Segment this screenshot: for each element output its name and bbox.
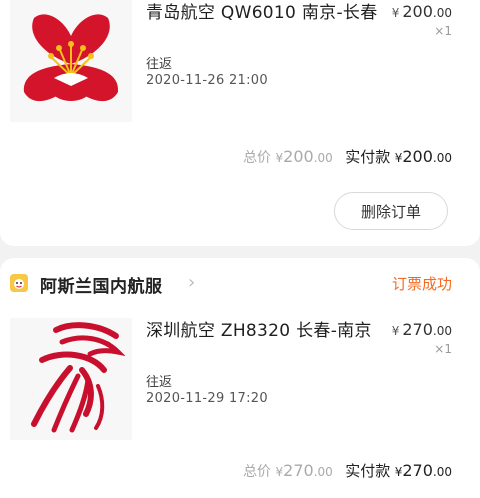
order-totals: 总价 ¥270.00 实付款 ¥270.00	[243, 460, 452, 481]
total-price: 总价 ¥200.00	[243, 147, 333, 166]
paid-amount: 实付款 ¥270.00	[345, 461, 452, 480]
order-card: 阿斯兰国内航服 › 订票成功 深圳航空 ZH8320 长春-南京 ¥270.00…	[0, 258, 480, 498]
departure-datetime: 2020-11-26 21:00	[146, 73, 268, 88]
trip-type: 往返	[146, 375, 173, 390]
trip-type: 往返	[146, 57, 173, 72]
order-card: 青岛航空 QW6010 南京-长春 ¥200.00 ×1 往返 2020-11-…	[0, 0, 480, 246]
unit-price: ¥270.00	[391, 320, 452, 339]
qingdao-airlines-logo-icon	[23, 14, 119, 102]
quantity: ×1	[434, 342, 452, 356]
paid-amount: 实付款 ¥200.00	[345, 147, 452, 166]
airline-logo[interactable]	[10, 0, 132, 122]
quantity: ×1	[434, 24, 452, 38]
airline-logo[interactable]	[10, 318, 132, 440]
shop-icon	[10, 274, 28, 292]
chevron-right-icon[interactable]: ›	[188, 272, 195, 293]
unit-price: ¥200.00	[391, 2, 452, 21]
delete-order-button[interactable]: 删除订单	[334, 192, 448, 230]
departure-datetime: 2020-11-29 17:20	[146, 391, 268, 406]
shop-header[interactable]: 阿斯兰国内航服 › 订票成功	[0, 258, 480, 308]
order-totals: 总价 ¥200.00 实付款 ¥200.00	[243, 146, 452, 167]
flight-title[interactable]: 深圳航空 ZH8320 长春-南京	[146, 318, 378, 344]
flight-title[interactable]: 青岛航空 QW6010 南京-长春	[146, 0, 378, 26]
total-price: 总价 ¥270.00	[243, 461, 333, 480]
shop-name[interactable]: 阿斯兰国内航服	[40, 272, 163, 297]
order-status: 订票成功	[391, 275, 452, 293]
shenzhen-airlines-logo-icon	[31, 322, 126, 433]
